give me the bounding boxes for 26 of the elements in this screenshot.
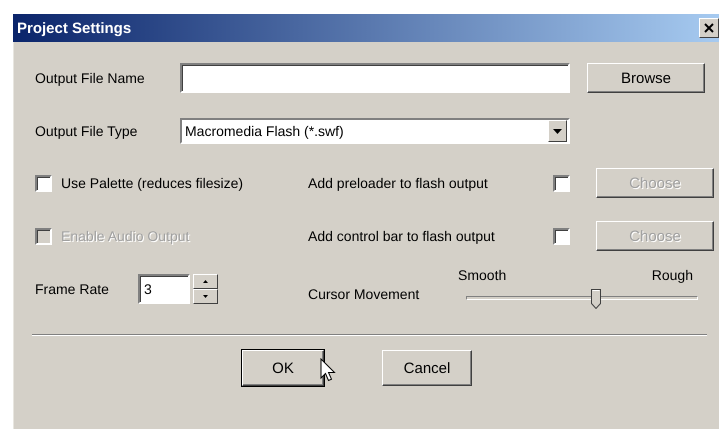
checkbox-label: Add preloader to flash output: [308, 175, 489, 191]
checkbox[interactable]: [553, 228, 570, 244]
field-label: Output File Type: [35, 123, 138, 139]
slider-thumb[interactable]: [590, 289, 601, 309]
checkbox-label: Use Palette (reduces filesize): [61, 175, 244, 191]
window-title: Project Settings: [17, 20, 132, 36]
close-button[interactable]: [699, 18, 719, 38]
cancel-button[interactable]: Cancel: [382, 350, 472, 386]
spin-buttons[interactable]: [193, 274, 218, 304]
field-label: Output File Name: [35, 70, 146, 86]
checkbox-label: Add control bar to flash output: [308, 228, 496, 244]
file-type-dropdown[interactable]: Macromedia Flash (*.swf): [180, 118, 570, 144]
field-label: Cursor Movement: [308, 286, 420, 302]
dropdown-arrow-icon: [553, 128, 562, 134]
browse-button[interactable]: Browse: [587, 63, 705, 93]
slider[interactable]: [466, 289, 698, 309]
checkbox[interactable]: [35, 174, 52, 192]
frame-rate-field[interactable]: 3: [138, 274, 190, 304]
file-name-field[interactable]: [180, 63, 570, 93]
checkbox[interactable]: [553, 174, 570, 192]
field-label: Frame Rate: [35, 281, 110, 297]
slider-label: Smooth: [458, 267, 506, 283]
ok-button[interactable]: OK: [242, 350, 324, 386]
close-icon: [704, 23, 714, 33]
slider-label: Rough: [652, 267, 693, 283]
pointer-cursor-icon: [320, 358, 336, 383]
